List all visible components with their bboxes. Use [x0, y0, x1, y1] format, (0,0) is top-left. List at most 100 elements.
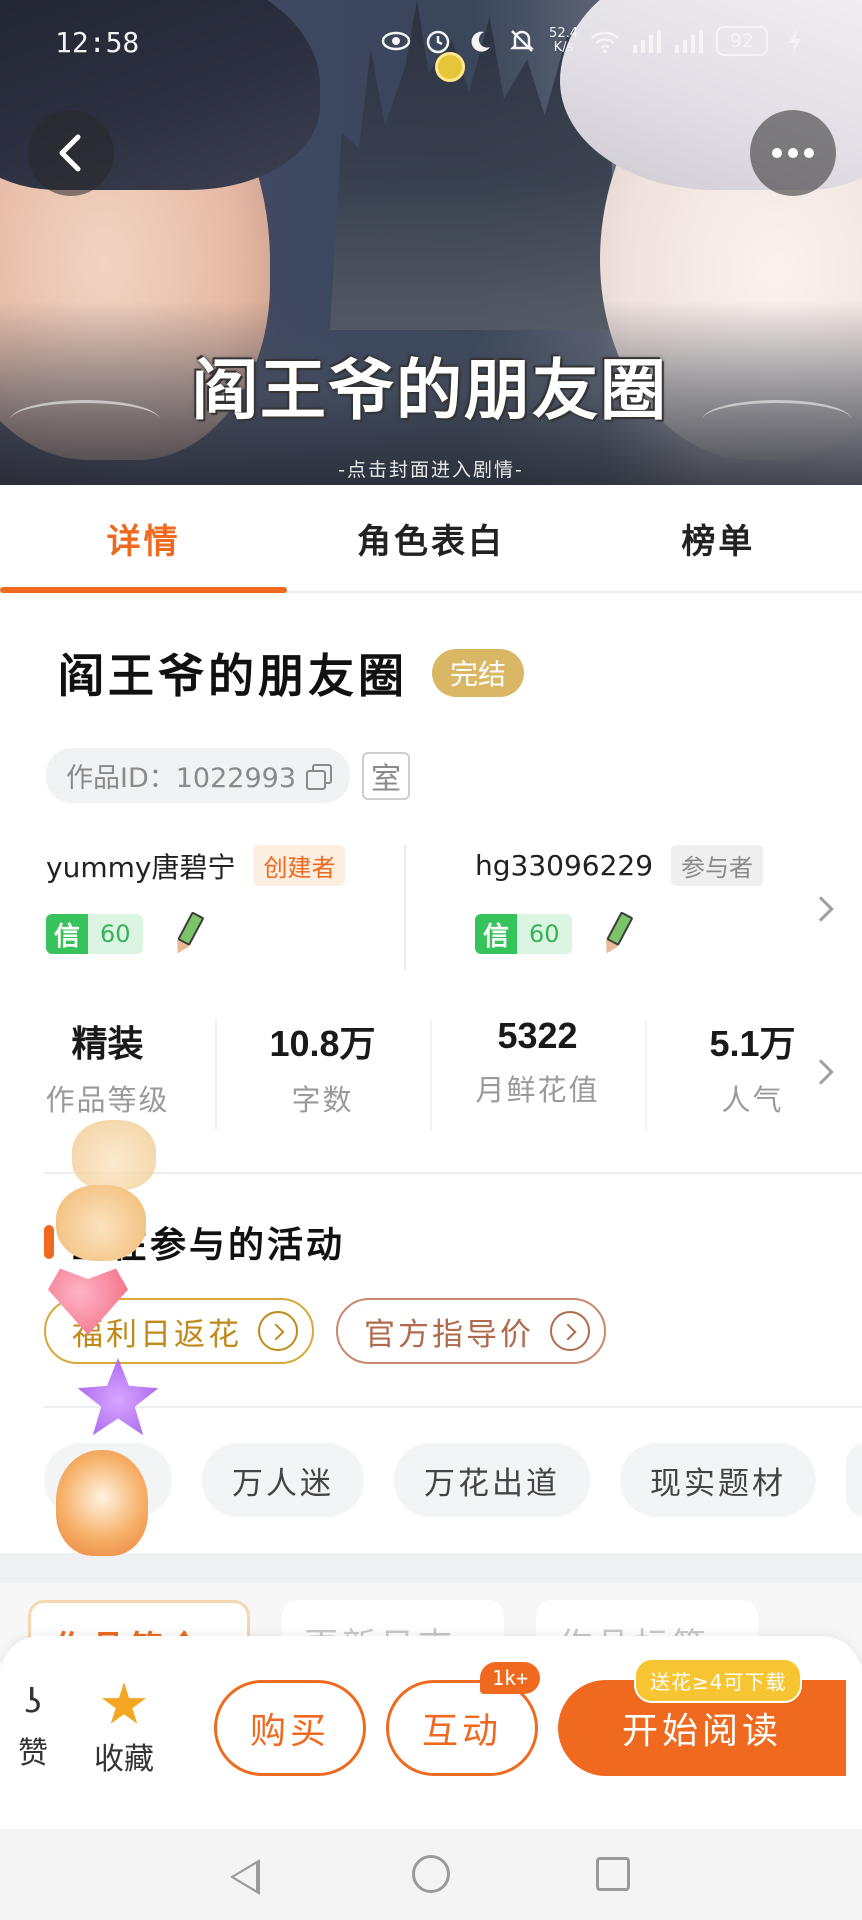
- divider: [44, 1406, 862, 1408]
- battery-indicator: 92: [716, 26, 768, 56]
- tab-details[interactable]: 详情: [0, 485, 288, 593]
- credit-key: 信: [475, 914, 518, 954]
- stat-value: 精装: [71, 1023, 144, 1064]
- net-speed-value: 52.4: [549, 26, 578, 41]
- copy-icon[interactable]: [306, 763, 333, 790]
- status-time: 12:58: [55, 26, 140, 59]
- tag-chip[interactable]: 万花出道: [394, 1443, 590, 1517]
- tab-rankings[interactable]: 榜单: [575, 485, 862, 591]
- pencil-icon: [593, 908, 640, 961]
- stat-monthly-flowers: 5322 月鲜花值: [430, 1015, 645, 1109]
- net-speed-unit: K/s: [553, 40, 574, 55]
- moon-icon: [465, 26, 495, 56]
- nav-home-icon[interactable]: [412, 1855, 450, 1893]
- author-name: yummy唐碧宁: [46, 850, 236, 884]
- divider: [44, 1172, 862, 1174]
- room-button[interactable]: 室: [362, 751, 411, 800]
- cover-logo-text: 阎王爷的朋友圈: [192, 351, 668, 429]
- stat-label: 月鲜花值: [475, 1073, 600, 1107]
- favorite-button[interactable]: 收藏: [94, 1682, 154, 1778]
- cover-logo: 阎王爷的朋友圈: [170, 330, 690, 440]
- chevron-left-icon: [59, 134, 81, 172]
- tag-chip-overflow[interactable]: [846, 1443, 862, 1517]
- charging-icon: [780, 26, 810, 56]
- circle-arrow-right-icon: [258, 1311, 298, 1351]
- star-icon: [101, 1682, 147, 1724]
- author-item[interactable]: yummy唐碧宁 创建者 信 60: [46, 845, 346, 957]
- cover-ornament-left: [10, 400, 160, 440]
- like-button[interactable]: ʖ 赞: [18, 1682, 48, 1772]
- interact-button[interactable]: 互动: [386, 1680, 538, 1776]
- work-title: 阎王爷的朋友圈: [58, 649, 408, 703]
- back-button[interactable]: [28, 110, 114, 196]
- stat-label: 人气: [721, 1083, 784, 1117]
- signal-icon-2: [674, 26, 704, 56]
- more-dots-icon: [772, 148, 814, 158]
- stat-label: 作品等级: [45, 1083, 170, 1117]
- cover-hint: -点击封面进入剧情-: [338, 459, 524, 481]
- alarm-icon: [423, 26, 453, 56]
- net-speed: 52.4 K/s: [549, 27, 578, 55]
- stat-word-count: 10.8万 字数: [215, 1015, 430, 1119]
- title-row: 阎王爷的朋友圈 完结: [58, 640, 525, 706]
- stat-value: 5.1万: [709, 1023, 796, 1064]
- tag-list: 现代 万人迷 万花出道 现实题材: [44, 1443, 862, 1517]
- credit-badge: 信 60: [475, 914, 572, 954]
- role-badge: 参与者: [671, 845, 764, 886]
- cover-ornament-right: [702, 400, 852, 440]
- stat-value: 10.8万: [269, 1023, 376, 1064]
- tab-character-confession[interactable]: 角色表白: [287, 485, 574, 591]
- activities-list: 福利日返花 官方指导价: [44, 1298, 606, 1364]
- nav-recents-icon[interactable]: [596, 1857, 630, 1891]
- status-bar: 12:58 52.4 K/s 92: [0, 0, 862, 90]
- eye-icon: [381, 26, 411, 56]
- favorite-label: 收藏: [94, 1742, 154, 1777]
- status-icons: 52.4 K/s 92: [381, 26, 810, 56]
- status-badge: 完结: [432, 649, 525, 697]
- star-sticker: [77, 1358, 159, 1436]
- authors-section: yummy唐碧宁 创建者 信 60 hg33096229 参与者 信 60: [0, 845, 862, 970]
- nav-back-icon[interactable]: [230, 1859, 260, 1895]
- credit-value: 60: [517, 914, 572, 954]
- stat-divider: [215, 1020, 217, 1130]
- circle-arrow-right-icon: [550, 1311, 590, 1351]
- credit-key: 信: [46, 914, 89, 954]
- download-hint-badge: 送花≥4可下载: [634, 1658, 803, 1703]
- author-divider: [404, 845, 406, 970]
- buy-button[interactable]: 购买: [214, 1680, 366, 1776]
- stat-label: 字数: [291, 1083, 354, 1117]
- credit-value: 60: [88, 914, 143, 954]
- work-id-chip[interactable]: 作品ID：1022993: [46, 748, 351, 803]
- credit-badge: 信 60: [46, 914, 143, 954]
- tag-chip[interactable]: 万人迷: [202, 1443, 364, 1517]
- interact-count-badge: 1k+: [480, 1662, 541, 1694]
- thumb-up-icon: ʖ: [24, 1682, 42, 1722]
- bottom-action-bar: ʖ 赞 收藏 购买 互动 1k+ 开始阅读 送花≥4可下载: [0, 1636, 862, 1829]
- stat-value: 5322: [497, 1015, 578, 1056]
- work-id-text: 作品ID：1022993: [66, 763, 297, 794]
- activity-label: 官方指导价: [364, 1316, 534, 1353]
- signal-icon-1: [632, 26, 662, 56]
- stat-divider: [430, 1020, 432, 1130]
- id-row: 作品ID：1022993 室: [46, 748, 411, 803]
- mascot-sticker-2: [56, 1185, 146, 1261]
- mascot-sticker-3: [56, 1450, 148, 1556]
- more-button[interactable]: [750, 110, 836, 196]
- activity-chip-official-price[interactable]: 官方指导价: [336, 1298, 606, 1364]
- mascot-sticker-1: [72, 1120, 156, 1190]
- tag-chip[interactable]: 现实题材: [620, 1443, 816, 1517]
- mute-icon: [507, 26, 537, 56]
- wifi-icon: [590, 26, 620, 56]
- stat-divider: [645, 1020, 647, 1130]
- like-label: 赞: [18, 1736, 48, 1771]
- role-badge: 创建者: [253, 845, 346, 886]
- author-name: hg33096229: [475, 849, 654, 882]
- floating-badge-icon: [435, 52, 465, 82]
- stat-level: 精装 作品等级: [0, 1015, 215, 1119]
- section-accent-bar: [44, 1225, 54, 1259]
- system-nav-bar: [0, 1829, 862, 1920]
- pencil-icon: [164, 908, 211, 961]
- detail-tabs: 详情 角色表白 榜单: [0, 485, 862, 593]
- author-item[interactable]: hg33096229 参与者 信 60: [475, 845, 764, 957]
- section-separator: [0, 1553, 862, 1583]
